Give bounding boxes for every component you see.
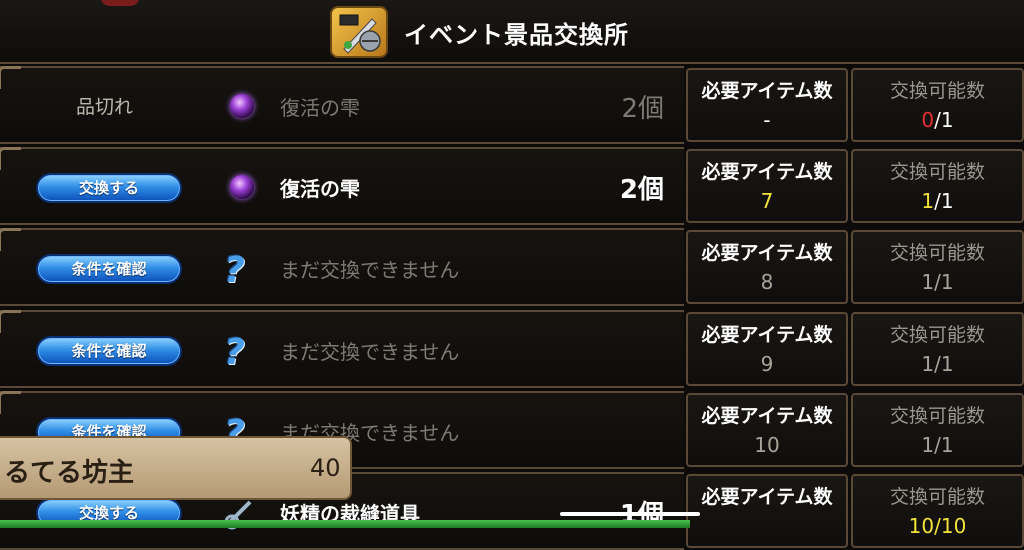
exchange-row: 条件を確認 ? まだ交換できません 必要アイテム数 8 交換可能数 1/1	[0, 228, 1024, 306]
available-label: 交換可能数	[889, 324, 985, 346]
required-items-box: 必要アイテム数 7	[686, 149, 848, 223]
available-label: 交換可能数	[889, 161, 985, 183]
home-indicator[interactable]	[560, 512, 700, 516]
available-value: 10/10	[908, 514, 967, 538]
item-quantity: 2個	[619, 175, 664, 205]
available-value: 1/1	[921, 270, 954, 294]
item-name: 復活の雫	[280, 96, 360, 120]
available-used: 1	[921, 189, 935, 213]
row-main-panel: 条件を確認 ? まだ交換できません	[0, 310, 684, 388]
available-total: /1	[934, 108, 954, 132]
revival-drop-icon	[224, 88, 260, 124]
required-value: 8	[760, 270, 774, 294]
available-label: 交換可能数	[889, 486, 985, 508]
required-label: 必要アイテム数	[701, 242, 833, 264]
check-conditions-button[interactable]: 条件を確認	[36, 254, 182, 284]
exchange-button[interactable]: 交換する	[36, 173, 182, 203]
row-main-panel: 交換する 復活の雫 2個	[0, 147, 684, 225]
available-count-box: 交換可能数 1/1	[851, 149, 1024, 223]
exchange-row: 交換する 復活の雫 2個 必要アイテム数 7 交換可能数 1/1	[0, 147, 1024, 225]
sold-out-label: 品切れ	[76, 96, 134, 118]
required-items-box: 必要アイテム数 10	[686, 393, 848, 467]
available-value: 0/1	[853, 108, 1022, 132]
frame-corner-ornament	[0, 66, 21, 89]
available-count-box: 交換可能数 10/10	[851, 474, 1024, 548]
check-conditions-button[interactable]: 条件を確認	[36, 336, 182, 366]
required-items-box: 必要アイテム数	[686, 474, 848, 548]
available-value: 1/1	[921, 352, 954, 376]
row-main-panel: 条件を確認 ? まだ交換できません	[0, 228, 684, 306]
exchange-row: 条件を確認 ? まだ交換できません 必要アイテム数 9 交換可能数 1/1	[0, 310, 1024, 388]
required-value: -	[763, 108, 771, 132]
header-bar: イベント景品交換所	[0, 0, 1024, 64]
revival-drop-icon	[224, 169, 260, 205]
available-total: /1	[934, 189, 954, 213]
exchange-row: 品切れ 復活の雫 2個 必要アイテム数 - 交換可能数 0/1	[0, 66, 1024, 144]
required-label: 必要アイテム数	[701, 405, 833, 427]
available-used: 0	[921, 108, 935, 132]
required-items-box: 必要アイテム数 8	[686, 230, 848, 304]
frame-corner-ornament	[0, 147, 21, 170]
available-count-box: 交換可能数 1/1	[851, 230, 1024, 304]
question-mark-icon: ?	[224, 332, 245, 373]
required-items-box: 必要アイテム数 -	[686, 68, 848, 142]
page-title: イベント景品交換所	[404, 21, 629, 49]
question-mark-icon: ?	[224, 250, 245, 291]
available-label: 交換可能数	[889, 242, 985, 264]
available-value: 1/1	[853, 189, 1022, 213]
required-label: 必要アイテム数	[701, 324, 833, 346]
item-name: まだ交換できません	[280, 340, 460, 364]
ornament-decoration	[100, 0, 140, 6]
required-items-box: 必要アイテム数 9	[686, 312, 848, 386]
bottom-status-bar	[0, 520, 690, 528]
frame-corner-ornament	[0, 391, 21, 414]
available-label: 交換可能数	[889, 405, 985, 427]
frame-corner-ornament	[0, 228, 21, 251]
available-count-box: 交換可能数 1/1	[851, 393, 1024, 467]
owned-item-popup: るてる坊主 40	[0, 436, 352, 500]
available-count-box: 交換可能数 0/1	[851, 68, 1024, 142]
owned-item-name: るてる坊主	[4, 458, 135, 488]
item-name: まだ交換できません	[280, 258, 460, 282]
required-value: 9	[760, 352, 774, 376]
required-label: 必要アイテム数	[701, 161, 833, 183]
available-label: 交換可能数	[889, 80, 985, 102]
frame-corner-ornament	[0, 310, 21, 333]
owned-item-count: 40	[310, 454, 341, 482]
available-value: 1/1	[921, 433, 954, 457]
available-count-box: 交換可能数 1/1	[851, 312, 1024, 386]
required-label: 必要アイテム数	[701, 486, 833, 508]
required-value: 10	[754, 433, 780, 457]
item-quantity: 2個	[621, 94, 664, 124]
required-label: 必要アイテム数	[701, 80, 833, 102]
required-value: 7	[760, 189, 774, 213]
row-main-panel: 品切れ 復活の雫 2個	[0, 66, 684, 144]
item-name: 復活の雫	[280, 177, 360, 201]
sword-helmet-icon	[330, 6, 388, 58]
